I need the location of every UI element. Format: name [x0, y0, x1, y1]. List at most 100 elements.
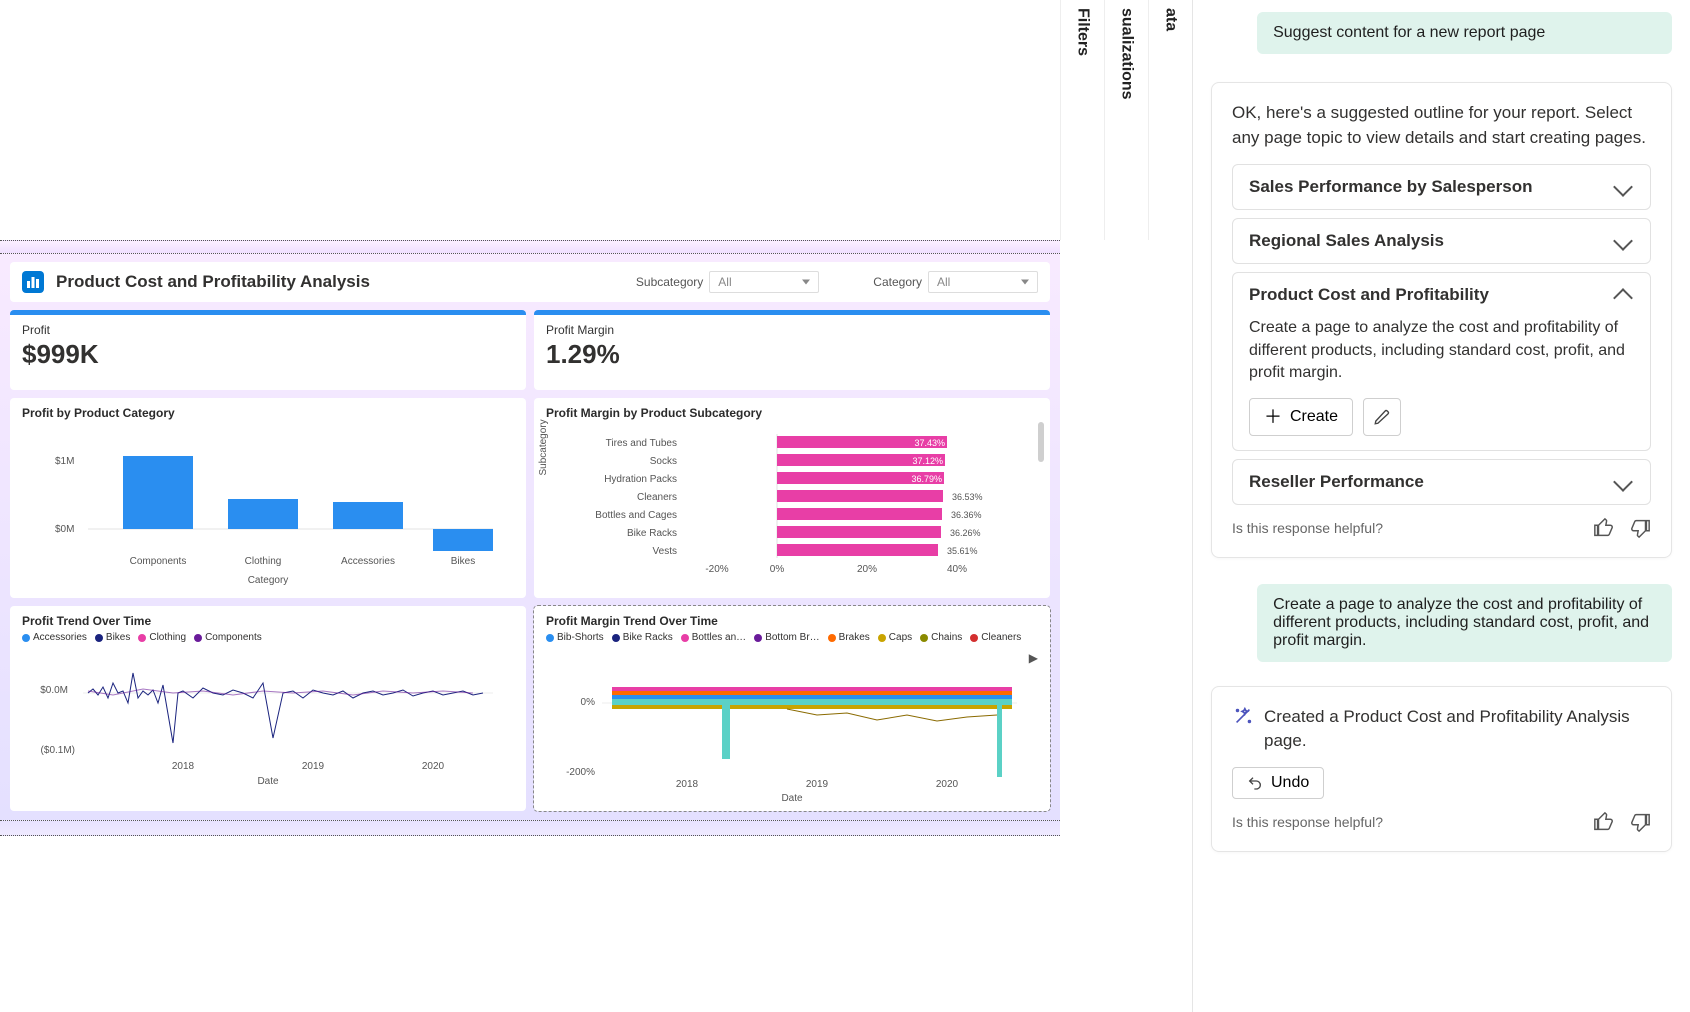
- chart-scrollbar[interactable]: [1038, 422, 1044, 462]
- legend-overflow-icon[interactable]: ▶: [1029, 651, 1038, 665]
- topic-sales-performance[interactable]: Sales Performance by Salesperson: [1232, 164, 1651, 210]
- svg-text:2018: 2018: [676, 779, 699, 790]
- chart-title: Profit by Product Category: [22, 406, 514, 420]
- svg-text:2018: 2018: [172, 761, 195, 772]
- pencil-icon: [1373, 408, 1391, 426]
- svg-text:-200%: -200%: [566, 767, 595, 778]
- chevron-down-icon: [1613, 177, 1633, 197]
- chart-margin-trend[interactable]: Profit Margin Trend Over Time Bib-Shorts…: [534, 606, 1050, 811]
- kpi-profit-card[interactable]: Profit $999K: [10, 310, 526, 390]
- topic-description: Create a page to analyze the cost and pr…: [1249, 319, 1625, 381]
- svg-text:37.12%: 37.12%: [912, 456, 943, 466]
- svg-text:Vests: Vests: [653, 546, 677, 557]
- svg-text:Tires and Tubes: Tires and Tubes: [606, 438, 677, 449]
- resize-handle[interactable]: [1038, 799, 1050, 811]
- svg-text:Socks: Socks: [650, 456, 677, 467]
- chart-icon: [22, 271, 44, 293]
- svg-text:36.26%: 36.26%: [950, 528, 981, 538]
- svg-text:40%: 40%: [947, 564, 967, 574]
- svg-text:2019: 2019: [806, 779, 829, 790]
- pane-visualizations[interactable]: sualizations: [1104, 0, 1148, 240]
- assistant-message: OK, here's a suggested outline for your …: [1211, 82, 1672, 558]
- chevron-down-icon: [1613, 473, 1633, 493]
- filter-category-select[interactable]: All: [928, 271, 1038, 293]
- pane-label: ata: [1162, 8, 1180, 31]
- filter-subcategory-select[interactable]: All: [709, 271, 819, 293]
- chart-title: Profit Margin by Product Subcategory: [546, 406, 1038, 420]
- svg-text:2020: 2020: [936, 779, 959, 790]
- svg-text:2020: 2020: [422, 761, 445, 772]
- x-axis-label: Category: [22, 575, 514, 586]
- filter-category: Category All: [873, 271, 1038, 293]
- plus-icon: ＋: [1264, 408, 1282, 426]
- pane-filters[interactable]: Filters: [1060, 0, 1104, 240]
- kpi-profit-label: Profit: [22, 323, 514, 337]
- y-axis-label: Subcategory: [538, 419, 549, 475]
- create-button[interactable]: ＋ Create: [1249, 398, 1353, 436]
- x-axis-label: Date: [546, 793, 1038, 804]
- svg-text:36.36%: 36.36%: [951, 510, 982, 520]
- visual-grid: Profit $999K Profit Margin 1.29% Profit …: [10, 310, 1050, 812]
- filter-label: Subcategory: [636, 275, 703, 289]
- svg-text:Components: Components: [130, 556, 187, 567]
- thumbs-down-icon[interactable]: [1629, 811, 1651, 833]
- page-title: Product Cost and Profitability Analysis: [56, 272, 624, 292]
- assistant-message: Created a Product Cost and Profitability…: [1211, 686, 1672, 852]
- created-text: Created a Product Cost and Profitability…: [1264, 705, 1651, 753]
- canvas-blank-area: [0, 0, 1060, 240]
- user-message: Create a page to analyze the cost and pr…: [1257, 584, 1672, 662]
- chart-title: Profit Trend Over Time: [22, 614, 514, 628]
- chart-margin-by-subcategory[interactable]: Profit Margin by Product Subcategory Sub…: [534, 398, 1050, 598]
- report-canvas: Product Cost and Profitability Analysis …: [0, 0, 1060, 1012]
- svg-text:$1M: $1M: [55, 456, 74, 467]
- thumbs-up-icon[interactable]: [1593, 517, 1615, 539]
- resize-handle[interactable]: [534, 606, 546, 618]
- svg-text:35.61%: 35.61%: [947, 546, 978, 556]
- chart-profit-by-category[interactable]: Profit by Product Category $1M $0M Compo…: [10, 398, 526, 598]
- chart-legend: Bib-Shorts Bike Racks Bottles an… Bottom…: [546, 632, 1038, 665]
- copilot-pane: Suggest content for a new report page OK…: [1192, 0, 1690, 1012]
- chart-svg: $0.0M ($0.1M) 2018 2019 2020: [22, 643, 514, 773]
- svg-text:37.43%: 37.43%: [914, 438, 945, 448]
- resize-handle[interactable]: [534, 799, 546, 811]
- sparkle-wand-icon: [1232, 705, 1254, 727]
- svg-text:Clothing: Clothing: [245, 556, 282, 567]
- chart-profit-trend[interactable]: Profit Trend Over Time Accessories Bikes…: [10, 606, 526, 811]
- svg-text:$0M: $0M: [55, 524, 74, 535]
- x-axis-label: Date: [22, 776, 514, 787]
- pane-label: sualizations: [1118, 8, 1136, 100]
- svg-text:Bikes: Bikes: [451, 556, 475, 567]
- resize-handle[interactable]: [1038, 606, 1050, 618]
- chevron-up-icon: [1613, 288, 1633, 308]
- svg-text:($0.1M): ($0.1M): [41, 745, 75, 756]
- thumbs-up-icon[interactable]: [1593, 811, 1615, 833]
- svg-text:-20%: -20%: [705, 564, 728, 574]
- undo-button[interactable]: Undo: [1232, 767, 1324, 799]
- svg-text:Bike Racks: Bike Racks: [627, 528, 677, 539]
- pane-data[interactable]: ata: [1148, 0, 1192, 240]
- kpi-margin-card[interactable]: Profit Margin 1.29%: [534, 310, 1050, 390]
- svg-text:Bottles and Cages: Bottles and Cages: [595, 510, 677, 521]
- topic-reseller-performance[interactable]: Reseller Performance: [1232, 459, 1651, 505]
- pane-label: Filters: [1074, 8, 1092, 56]
- svg-text:0%: 0%: [581, 697, 596, 708]
- svg-text:36.53%: 36.53%: [952, 492, 983, 502]
- chart-svg: $1M $0M Components Clothing Accessories …: [22, 424, 514, 574]
- kpi-profit-value: $999K: [22, 339, 514, 370]
- chart-svg: 0% -200% 2018 2019: [546, 665, 1038, 790]
- topic-product-cost-profitability[interactable]: Product Cost and Profitability Create a …: [1232, 272, 1651, 451]
- edit-button[interactable]: [1363, 398, 1401, 436]
- kpi-margin-label: Profit Margin: [546, 323, 1038, 337]
- svg-text:$0.0M: $0.0M: [40, 685, 68, 696]
- feedback-row: Is this response helpful?: [1232, 517, 1651, 539]
- filter-label: Category: [873, 275, 922, 289]
- topic-regional-sales[interactable]: Regional Sales Analysis: [1232, 218, 1651, 264]
- chevron-down-icon: [1613, 231, 1633, 251]
- report-page[interactable]: Product Cost and Profitability Analysis …: [0, 254, 1060, 824]
- chart-svg: Tires and Tubes Socks Hydration Packs Cl…: [546, 424, 1038, 574]
- thumbs-down-icon[interactable]: [1629, 517, 1651, 539]
- svg-text:Cleaners: Cleaners: [637, 492, 677, 503]
- page-separator-bottom: [0, 820, 1060, 836]
- chart-legend: Accessories Bikes Clothing Components: [22, 632, 514, 643]
- undo-icon: [1247, 775, 1263, 791]
